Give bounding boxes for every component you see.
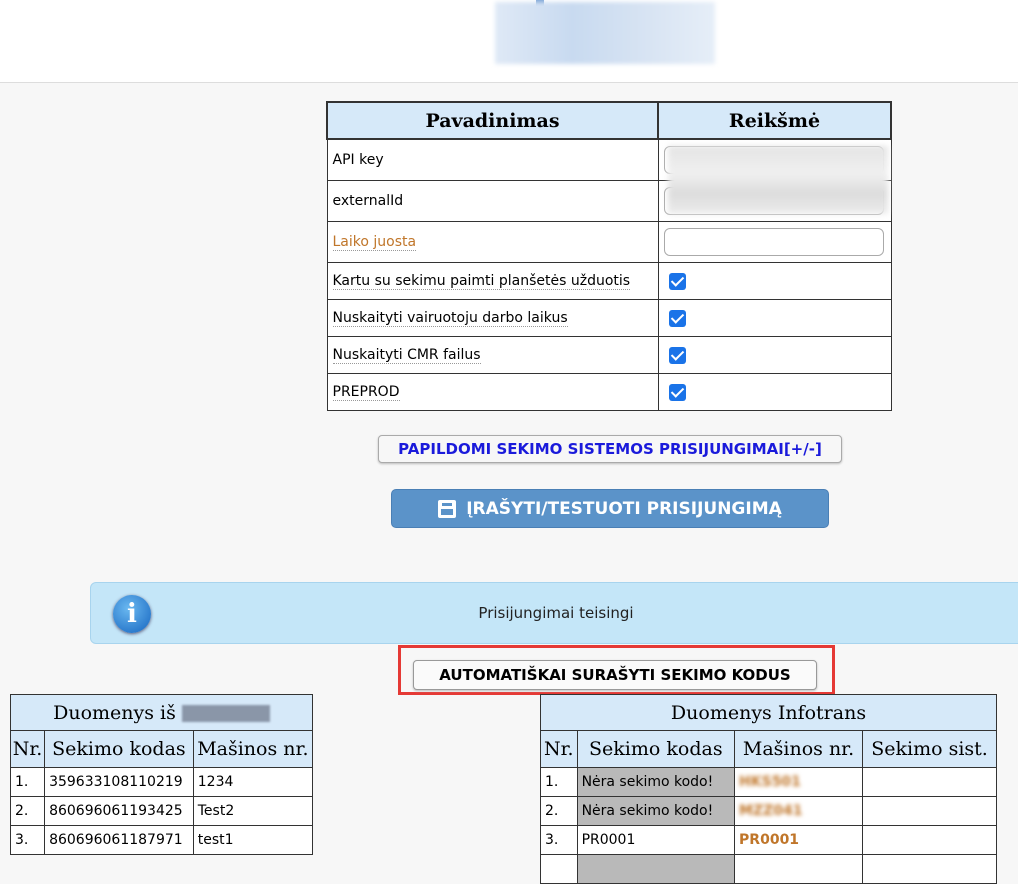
table-row: 3. PR0001 PR0001 — [540, 825, 997, 855]
right-col-code: Sekimo kodas — [576, 730, 736, 768]
auto-codes-button[interactable]: AUTOMATIŠKAI SURAŠYTI SEKIMO KODUS — [413, 660, 817, 690]
right-col-nr: Nr. — [540, 730, 578, 768]
right-col-plate: Mašinos nr. — [734, 730, 864, 768]
plate-number-cell: PR0001 — [734, 825, 864, 855]
timezone-label[interactable]: Laiko juosta — [332, 234, 417, 251]
plate-number: 1234 — [192, 767, 314, 797]
row-nr: 1. — [9, 767, 46, 797]
timezone-cell — [657, 221, 892, 263]
row-nr — [540, 854, 578, 884]
driver-hours-label: Nuskaityti vairuotoju darbo laikus — [332, 310, 568, 327]
tracking-system — [862, 825, 997, 855]
plate-number-cell: HKS501 — [734, 767, 864, 797]
driver-hours-label-cell: Nuskaityti vairuotoju darbo laikus — [326, 299, 659, 337]
logo — [495, 2, 715, 64]
tracking-code: Nėra sekimo kodo! — [576, 767, 736, 797]
plate-number[interactable]: PR0001 — [739, 832, 799, 848]
tablet-tasks-label: Kartu su sekimu paimti planšetės užduoti… — [332, 273, 631, 290]
redacted-source-name — [181, 705, 270, 722]
table-row: 3. 860696061187971 test1 — [9, 825, 314, 855]
right-table-caption: Duomenys Infotrans — [540, 694, 997, 731]
tracking-system — [862, 796, 997, 826]
left-col-nr: Nr. — [9, 730, 46, 768]
plate-number: test1 — [192, 825, 314, 855]
timezone-label-cell: Laiko juosta — [326, 221, 659, 263]
right-data-table: Duomenys Infotrans Nr. Sekimo kodas Maši… — [540, 694, 997, 884]
table-row — [540, 854, 997, 884]
col-value-header: Reikšmė — [657, 101, 892, 140]
row-nr: 2. — [540, 796, 578, 826]
left-table-caption: Duomenys iš — [10, 694, 313, 731]
left-col-code: Sekimo kodas — [44, 730, 194, 768]
tablet-tasks-checkbox[interactable] — [668, 272, 686, 290]
table-row: 1. Nėra sekimo kodo! HKS501 — [540, 767, 997, 797]
save-test-label: ĮRAŠYTI/TESTUOTI PRISIJUNGIMĄ — [466, 498, 782, 519]
preprod-cell — [657, 373, 892, 411]
col-name-header: Pavadinimas — [326, 101, 659, 140]
cmr-files-checkbox[interactable] — [668, 346, 686, 364]
tablet-tasks-cell — [657, 262, 892, 300]
api-key-label: API key — [326, 138, 659, 181]
save-test-button[interactable]: ĮRAŠYTI/TESTUOTI PRISIJUNGIMĄ — [391, 489, 829, 528]
redacted-credentials — [668, 146, 888, 214]
external-id-label: externalId — [326, 180, 659, 222]
left-col-plate: Mašinos nr. — [192, 730, 314, 768]
table-row: 1. 359633108110219 1234 — [9, 767, 314, 797]
plate-number[interactable]: HKS501 — [739, 774, 801, 790]
plate-number-cell — [734, 854, 864, 884]
table-row: 2. 860696061193425 Test2 — [9, 796, 314, 826]
extra-connections-button[interactable]: PAPILDOMI SEKIMO SISTEMOS PRISIJUNGIMAI[… — [378, 435, 842, 463]
tracking-code: 359633108110219 — [44, 767, 194, 797]
preprod-checkbox[interactable] — [668, 383, 686, 401]
driver-hours-cell — [657, 299, 892, 337]
tablet-tasks-label-cell: Kartu su sekimu paimti planšetės užduoti… — [326, 262, 659, 300]
timezone-input[interactable] — [663, 228, 884, 256]
preprod-label-cell: PREPROD — [326, 373, 659, 411]
row-nr: 1. — [540, 767, 578, 797]
driver-hours-checkbox[interactable] — [668, 309, 686, 327]
row-nr: 2. — [9, 796, 46, 826]
tracking-code: 860696061193425 — [44, 796, 194, 826]
row-nr: 3. — [540, 825, 578, 855]
cmr-files-label: Nuskaityti CMR failus — [332, 347, 481, 364]
info-icon: i — [113, 595, 151, 633]
tracking-code: Nėra sekimo kodo! — [576, 796, 736, 826]
row-nr: 3. — [9, 825, 46, 855]
plate-number[interactable]: MZZ041 — [739, 803, 802, 819]
cmr-files-label-cell: Nuskaityti CMR failus — [326, 336, 659, 374]
tracking-system — [862, 767, 997, 797]
plate-number: Test2 — [192, 796, 314, 826]
info-message-box: Prisijungimai teisingi i — [90, 582, 1018, 644]
tracking-code: PR0001 — [576, 825, 736, 855]
save-icon — [438, 499, 457, 518]
left-data-table: Duomenys iš Nr. Sekimo kodas Mašinos nr.… — [9, 694, 314, 855]
info-message: Prisijungimai teisingi — [478, 604, 634, 622]
preprod-label: PREPROD — [332, 384, 400, 401]
tracking-code — [576, 854, 736, 884]
cmr-files-cell — [657, 336, 892, 374]
top-header — [0, 0, 1018, 83]
plate-number-cell: MZZ041 — [734, 796, 864, 826]
right-col-system: Sekimo sist. — [862, 730, 997, 768]
table-row: 2. Nėra sekimo kodo! MZZ041 — [540, 796, 997, 826]
tracking-system — [862, 854, 997, 884]
tracking-code: 860696061187971 — [44, 825, 194, 855]
left-caption-text: Duomenys iš — [53, 701, 176, 724]
